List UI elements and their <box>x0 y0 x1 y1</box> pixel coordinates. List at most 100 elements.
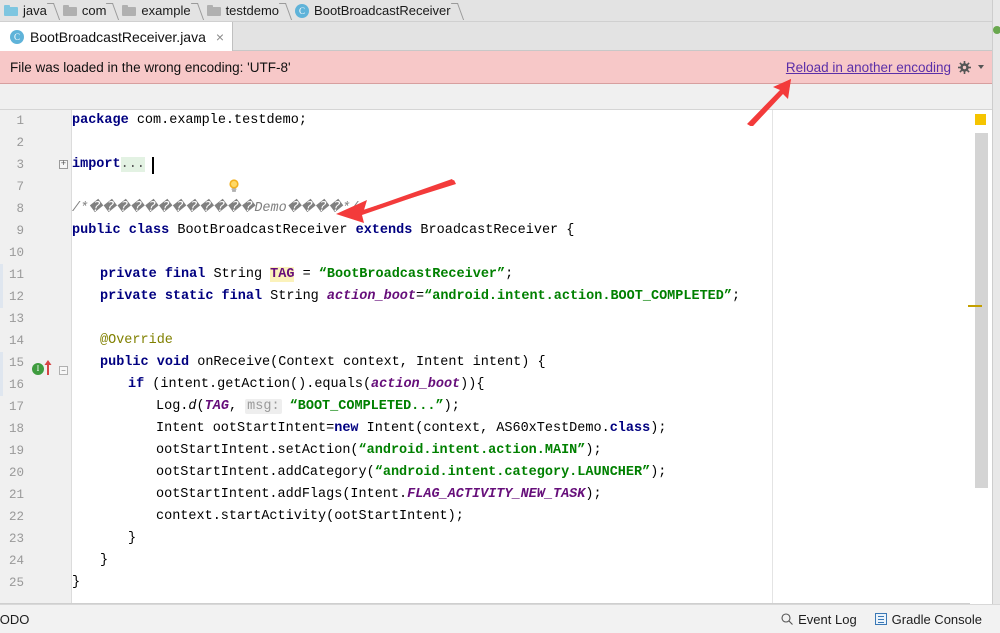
code-line-12: private static final String action_boot=… <box>72 286 740 308</box>
line-number: 20 <box>8 466 24 480</box>
line-number: 17 <box>8 400 24 414</box>
intent-constructor-args: Intent(context, AS60xTestDemo. <box>358 421 610 436</box>
method-signature-onreceive: onReceive(Context context, Intent intent… <box>197 355 546 370</box>
close-icon[interactable]: × <box>216 30 224 44</box>
editor-tab-label: BootBroadcastReceiver.java <box>30 28 206 45</box>
code-line-15: public void onReceive(Context context, I… <box>72 352 546 374</box>
code-folding-gutter[interactable]: + − − <box>56 110 72 603</box>
fold-collapse-icon[interactable]: − <box>59 366 68 375</box>
comma: , <box>228 399 246 414</box>
breadcrumb-item-class[interactable]: C BootBroadcastReceiver <box>291 0 453 22</box>
chevron-down-icon[interactable] <box>978 65 984 69</box>
gear-icon[interactable] <box>958 60 971 74</box>
line-number: 8 <box>16 202 24 216</box>
todo-tool-window-button[interactable]: TODO <box>0 612 29 627</box>
keyword-final: final <box>164 267 206 282</box>
parameter-hint-msg: msg: <box>245 399 282 414</box>
code-line-2 <box>72 132 239 192</box>
string-literal: “BOOT_COMPLETED...” <box>289 399 444 414</box>
semicolon: ; <box>731 289 741 304</box>
editor-tab-bar: C BootBroadcastReceiver.java × <box>0 22 1000 51</box>
code-line-22: context.startActivity(ootStartIntent); <box>72 506 464 528</box>
line-number: 2 <box>16 136 24 150</box>
status-bar-right: Event Log Gradle Console <box>781 612 982 627</box>
line-number: 1 <box>16 114 24 128</box>
constant-flag-activity-new-task: FLAG_ACTIVITY_NEW_TASK <box>407 487 586 502</box>
usage-marker[interactable] <box>968 305 982 307</box>
changed-lines-marker <box>0 264 3 286</box>
folder-icon <box>62 5 77 16</box>
gradle-sync-icon[interactable] <box>993 26 1000 34</box>
chevron-right-icon <box>453 0 463 22</box>
reload-in-another-encoding-link[interactable]: Reload in another encoding <box>786 60 951 75</box>
addflags-call: ootStartIntent.addFlags(Intent. <box>156 487 408 502</box>
line-number: 16 <box>8 378 24 392</box>
log-method-d: d <box>188 399 197 414</box>
code-text-area[interactable]: package com.example.testdemo; import... <box>72 110 970 603</box>
override-up-arrow-icon[interactable] <box>44 360 52 375</box>
folder-icon <box>122 5 137 16</box>
line-number: 23 <box>8 532 24 546</box>
folder-source-icon <box>4 5 18 16</box>
semicolon: ; <box>505 267 514 282</box>
code-line-20: ootStartIntent.addCategory(“android.inte… <box>72 462 666 484</box>
keyword-class: class <box>128 223 170 238</box>
line-number: 15 <box>8 356 24 370</box>
type-string: String <box>270 289 319 304</box>
event-log-button[interactable]: Event Log <box>781 612 857 627</box>
breadcrumb: java com example testdemo C BootBroadcas… <box>0 0 1000 22</box>
folded-imports-placeholder[interactable]: ... <box>120 157 145 172</box>
code-line-11: private final String TAG = “BootBroadcas… <box>72 264 513 286</box>
right-margin-guide <box>772 110 773 603</box>
string-literal: “android.intent.action.BOOT_COMPLETED” <box>424 289 732 304</box>
event-log-label: Event Log <box>798 611 857 627</box>
close-paren: ); <box>443 399 460 414</box>
breadcrumb-label: java <box>23 3 47 18</box>
breadcrumb-item-testdemo[interactable]: testdemo <box>203 0 281 22</box>
line-number: 9 <box>16 224 24 238</box>
code-line-25: } <box>72 572 80 594</box>
java-class-icon: C <box>10 29 24 44</box>
chevron-right-icon <box>108 0 118 22</box>
gradle-console-button[interactable]: Gradle Console <box>874 612 982 627</box>
field-action-boot: action_boot <box>371 377 461 392</box>
code-editor[interactable]: 1 2 3 7 8 9 10 11 12 13 14 15 16 17 18 1… <box>0 110 992 604</box>
code-line-24: } <box>72 550 108 572</box>
fold-expand-icon[interactable]: + <box>59 160 68 169</box>
line-number: 10 <box>8 246 24 260</box>
warning-marker[interactable] <box>975 114 986 125</box>
gutter-icon-column[interactable]: I <box>0 110 56 603</box>
line-number: 12 <box>8 290 24 304</box>
closing-brace: } <box>128 531 137 546</box>
intent-declaration: Intent ootStartIntent= <box>156 421 335 436</box>
line-number: 13 <box>8 312 24 326</box>
breadcrumb-item-example[interactable]: example <box>118 0 192 22</box>
editor-sub-strip <box>0 84 992 110</box>
keyword-final: final <box>221 289 263 304</box>
inspection-info-icon[interactable]: I <box>32 363 44 375</box>
code-line-1: package com.example.testdemo; <box>72 110 307 132</box>
breadcrumb-label: testdemo <box>225 3 280 18</box>
setaction-call: ootStartIntent.setAction( <box>156 443 359 458</box>
banner-actions: Reload in another encoding <box>786 60 984 75</box>
keyword-extends: extends <box>355 223 413 238</box>
line-number: 25 <box>8 576 24 590</box>
assign-operator: = <box>416 289 425 304</box>
garbled-block-comment: /*������������Demo����*/ <box>72 201 359 216</box>
editor-tab-bootbroadcastreceiver[interactable]: C BootBroadcastReceiver.java × <box>0 22 234 51</box>
breadcrumb-item-com[interactable]: com <box>59 0 109 22</box>
chevron-right-icon <box>281 0 291 22</box>
line-number: 14 <box>8 334 24 348</box>
code-line-9: public class BootBroadcastReceiver exten… <box>72 220 574 242</box>
keyword-public: public <box>72 223 121 238</box>
close-paren: ); <box>650 465 667 480</box>
banner-message: File was loaded in the wrong encoding: '… <box>10 59 291 75</box>
closing-brace: } <box>72 575 81 590</box>
code-line-21: ootStartIntent.addFlags(Intent.FLAG_ACTI… <box>72 484 602 506</box>
code-line-16: if (intent.getAction().equals(action_boo… <box>72 374 484 396</box>
encoding-warning-banner: File was loaded in the wrong encoding: '… <box>0 51 992 84</box>
tool-window-tab-device-file-explorer[interactable]: Device File Explorer <box>993 430 1000 519</box>
breadcrumb-item-java[interactable]: java <box>0 0 49 22</box>
type-string: String <box>213 267 263 282</box>
vertical-scrollbar-thumb[interactable] <box>975 133 988 488</box>
